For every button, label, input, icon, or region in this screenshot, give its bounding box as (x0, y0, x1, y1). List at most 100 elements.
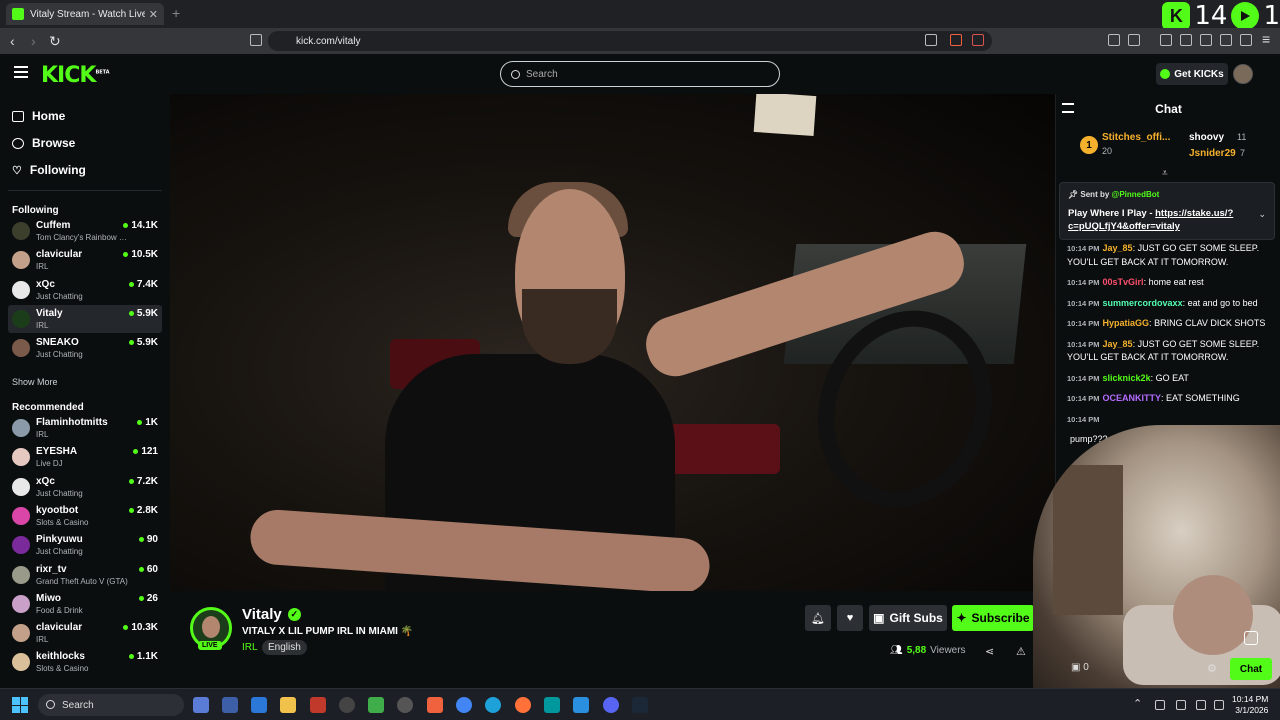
sidebar-channel-item[interactable]: rixr_tv Grand Theft Auto V (GTA) 60 (8, 561, 162, 589)
message-user[interactable]: HypatiaGG (1103, 318, 1150, 328)
user-avatar[interactable] (1233, 64, 1253, 84)
extensions-icon[interactable] (1108, 34, 1120, 46)
nav-following[interactable]: ♡ Following (12, 163, 86, 177)
share-icon[interactable] (925, 34, 937, 46)
sidebar-channel-item[interactable]: Miwo Food & Drink 26 (8, 590, 162, 618)
brave-shields-icon[interactable] (950, 34, 962, 46)
collapse-chat-icon[interactable] (1062, 103, 1074, 113)
sidebar-channel-item[interactable]: keithlocks Slots & Casino 1.1K (8, 648, 162, 676)
sidebar-channel-item[interactable]: Vitaly IRL 5.9K (8, 304, 162, 333)
share-icon[interactable]: ⋖ (985, 645, 994, 658)
chevron-down-icon[interactable]: ⌄ (1258, 209, 1266, 220)
leader-name[interactable]: Jsnider29 (1189, 148, 1236, 159)
channel-name[interactable]: Vitaly ✓ (242, 606, 301, 623)
sidebar-channel-item[interactable]: xQc Just Chatting 7.4K (8, 276, 162, 304)
back-icon[interactable]: ‹ (10, 33, 15, 49)
chat-settings-icon[interactable]: ⚙ (1207, 662, 1217, 675)
message-user[interactable]: Jay_85 (1103, 339, 1133, 349)
firefox-icon[interactable] (515, 697, 531, 713)
taskbar-app-icon[interactable] (310, 697, 326, 713)
forward-icon[interactable]: › (31, 33, 36, 49)
subscribe-button[interactable]: ✦ Subscribe (952, 605, 1034, 631)
taskbar-app-icon[interactable] (368, 697, 384, 713)
rewards-icon[interactable] (972, 34, 984, 46)
language-tag[interactable]: English (262, 640, 307, 655)
nav-following-label: Following (29, 163, 86, 177)
sidebar-channel-item[interactable]: Pinkyuwu Just Chatting 90 (8, 531, 162, 559)
hamburger-menu-icon[interactable] (14, 66, 28, 78)
message-user[interactable]: Jay_85 (1103, 243, 1133, 253)
taskbar-search[interactable]: Search (38, 694, 184, 716)
gift-counter[interactable]: ▣ 0 (1071, 662, 1089, 673)
reload-icon[interactable]: ↻ (49, 33, 61, 50)
bookmark-icon[interactable] (250, 34, 262, 46)
pinned-message[interactable]: 📌︎ Sent by @PinnedBot Play Where I Play … (1059, 182, 1275, 240)
nav-home[interactable]: Home (12, 109, 65, 123)
sidebar-channel-item[interactable]: kyootbot Slots & Casino 2.8K (8, 502, 162, 530)
search-input[interactable]: Search (500, 61, 780, 87)
sidebar-channel-item[interactable]: Flaminhotmitts IRL 1K (8, 414, 162, 442)
message-time: 10:14 PM (1067, 244, 1100, 253)
browser-tab[interactable]: Vitaly Stream - Watch Live on Kick ✕ (6, 3, 164, 25)
file-explorer-icon[interactable] (280, 697, 296, 713)
taskbar-app-icon[interactable] (397, 697, 413, 713)
wallet-icon[interactable] (1200, 34, 1212, 46)
expand-leaderboard-icon[interactable]: ⩡ (1162, 168, 1168, 179)
close-tab-icon[interactable]: ✕ (149, 8, 158, 21)
emote-icon[interactable] (1244, 631, 1258, 645)
discord-icon[interactable] (603, 697, 619, 713)
sidebar-channel-item[interactable]: clavicular IRL 10.5K (8, 246, 162, 274)
volume-icon[interactable] (1214, 700, 1224, 710)
url-field[interactable]: kick.com/vitaly (268, 31, 992, 51)
gift-subs-label: Gift Subs (889, 611, 943, 625)
kick-logo[interactable]: KICKBETA (41, 63, 110, 88)
leo-ai-icon[interactable] (1220, 34, 1232, 46)
tray-icon[interactable] (1155, 700, 1165, 710)
vscode-icon[interactable] (573, 697, 589, 713)
message-user[interactable]: summercordovaxx (1103, 298, 1183, 308)
channel-name: kyootbot (36, 504, 79, 516)
new-tab-icon[interactable]: + (172, 5, 180, 21)
screenshot-icon[interactable] (1128, 34, 1140, 46)
chrome-icon[interactable] (456, 697, 472, 713)
message-user[interactable]: OCEANKITTY (1103, 393, 1162, 403)
sidebar-channel-item[interactable]: xQc Just Chatting 7.2K (8, 473, 162, 501)
notification-bell-button[interactable]: 🔔︎ (805, 605, 831, 631)
sidebar-channel-item[interactable]: SNEAKO Just Chatting 5.9K (8, 334, 162, 362)
viewer-count-text: 90 (146, 534, 158, 546)
leader-name[interactable]: Stitches_offi... (1102, 132, 1170, 143)
taskbar-app-icon[interactable] (222, 697, 238, 713)
gift-subs-button[interactable]: ▣ Gift Subs (869, 605, 947, 631)
taskbar-app-icon[interactable] (339, 697, 355, 713)
taskbar-app-icon[interactable] (251, 697, 267, 713)
nav-browse[interactable]: Browse (12, 136, 75, 150)
message-user[interactable]: 00sTvGirl (1103, 277, 1144, 287)
get-kicks-button[interactable]: Get KICKs (1156, 63, 1228, 85)
steam-icon[interactable] (632, 697, 648, 713)
taskbar-app-icon[interactable] (193, 697, 209, 713)
send-chat-button[interactable]: Chat (1230, 658, 1272, 680)
leader-name[interactable]: shoovy (1189, 132, 1224, 143)
start-button[interactable] (12, 697, 28, 713)
stream-title: VITALY X LIL PUMP IRL IN MIAMI 🌴 (242, 626, 414, 637)
edge-icon[interactable] (485, 697, 501, 713)
report-icon[interactable]: ⚠ (1016, 645, 1026, 658)
sidebar-channel-item[interactable]: clavicular IRL 10.3K (8, 619, 162, 647)
chevron-up-icon[interactable]: ⌃ (1133, 697, 1142, 710)
message-user[interactable]: slicknick2k (1103, 373, 1151, 383)
brave-browser-icon[interactable] (427, 697, 443, 713)
arduino-icon[interactable] (544, 697, 560, 713)
follow-heart-button[interactable]: ♥ (837, 605, 863, 631)
show-more-link[interactable]: Show More (12, 377, 58, 387)
taskbar-clock[interactable]: 10:14 PM 3/1/2026 (1232, 694, 1268, 716)
wifi-icon[interactable] (1196, 700, 1206, 710)
stream-category-link[interactable]: IRL (242, 642, 258, 653)
sidebar-channel-item[interactable]: EYESHA Live DJ 121 (8, 443, 162, 471)
vpn-icon[interactable] (1240, 34, 1252, 46)
video-player[interactable] (170, 94, 1055, 591)
sidebar-channel-item[interactable]: Cuffem Tom Clancy's Rainbow Six Siege 14.1… (8, 217, 162, 245)
sidebar-toggle-icon[interactable] (1180, 34, 1192, 46)
microphone-icon[interactable] (1176, 700, 1186, 710)
music-icon[interactable] (1160, 34, 1172, 46)
menu-icon[interactable]: ≡ (1262, 31, 1270, 47)
